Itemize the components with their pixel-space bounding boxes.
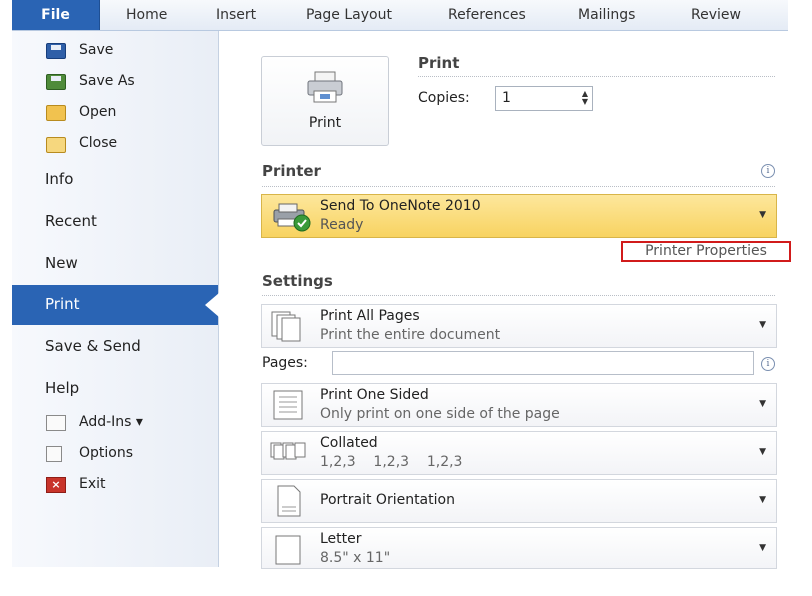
nav-close-label: Close	[79, 135, 118, 151]
open-folder-icon	[46, 105, 66, 121]
nav-save-as[interactable]: Save As	[12, 73, 218, 93]
paper-size-title: Letter	[320, 531, 362, 547]
chevron-down-icon: ▼	[759, 320, 766, 330]
printer-ready-icon	[273, 203, 311, 232]
nav-help-label: Help	[45, 379, 80, 397]
printer-heading: Printer	[262, 162, 321, 180]
print-button[interactable]: Print	[261, 56, 389, 146]
pages-input[interactable]	[332, 351, 754, 375]
copies-stepper[interactable]: 1 ▲ ▼	[495, 86, 593, 111]
nav-exit-label: Exit	[79, 476, 106, 492]
save-as-icon	[46, 74, 66, 90]
tab-insert[interactable]: Insert	[216, 0, 256, 30]
nav-add-ins[interactable]: Add-Ins ▾	[12, 414, 218, 434]
nav-save[interactable]: Save	[12, 42, 218, 62]
nav-save-send[interactable]: Save & Send	[12, 327, 218, 367]
nav-options-label: Options	[79, 445, 134, 461]
sides-title: Print One Sided	[320, 387, 429, 403]
printer-status: Ready	[320, 217, 364, 233]
collation-dropdown[interactable]: Collated 1,2,3 1,2,3 1,2,3 ▼	[261, 431, 777, 475]
nav-close[interactable]: Close	[12, 135, 218, 155]
printer-properties-link[interactable]: Printer Properties	[621, 241, 791, 262]
add-ins-icon	[46, 415, 66, 431]
nav-recent-label: Recent	[45, 212, 97, 230]
paper-size-dropdown[interactable]: Letter 8.5" x 11" ▼	[261, 527, 777, 569]
tab-page-layout[interactable]: Page Layout	[306, 0, 392, 30]
divider	[418, 76, 775, 77]
options-icon	[46, 446, 62, 462]
orientation-dropdown[interactable]: Portrait Orientation ▼	[261, 479, 777, 523]
copies-value: 1	[502, 90, 511, 106]
tab-review[interactable]: Review	[691, 0, 741, 30]
nav-save-label: Save	[79, 42, 114, 58]
portrait-page-icon	[277, 485, 301, 517]
orientation-title: Portrait Orientation	[320, 492, 455, 508]
chevron-down-icon: ▼	[759, 210, 766, 220]
divider	[262, 295, 775, 296]
nav-exit[interactable]: × Exit	[12, 476, 218, 496]
nav-save-as-label: Save As	[79, 73, 135, 89]
backstage-nav: Save Save As Open Close Info Recent New …	[12, 31, 219, 567]
chevron-down-icon: ▼	[759, 543, 766, 553]
pages-stack-icon	[271, 311, 301, 342]
print-range-title: Print All Pages	[320, 308, 420, 324]
spin-arrows-icon[interactable]: ▲ ▼	[582, 90, 588, 106]
copies-label: Copies:	[418, 90, 470, 106]
print-heading: Print	[418, 54, 460, 72]
chevron-down-icon: ▼	[759, 447, 766, 457]
settings-heading: Settings	[262, 272, 333, 290]
printer-icon	[307, 71, 343, 103]
paper-size-icon	[275, 535, 301, 565]
print-range-desc: Print the entire document	[320, 327, 501, 343]
tab-references[interactable]: References	[448, 0, 526, 30]
nav-info[interactable]: Info	[12, 160, 218, 200]
selected-indicator	[205, 293, 219, 317]
exit-icon: ×	[46, 477, 66, 493]
tab-home[interactable]: Home	[126, 0, 167, 30]
print-panel: Print Print Copies: 1 ▲ ▼ Printer i Send …	[219, 31, 791, 569]
printer-info-icon[interactable]: i	[761, 164, 775, 178]
nav-open-label: Open	[79, 104, 117, 120]
nav-info-label: Info	[45, 170, 74, 188]
print-range-dropdown[interactable]: Print All Pages Print the entire documen…	[261, 304, 777, 348]
collated-icon	[270, 442, 306, 460]
sides-desc: Only print on one side of the page	[320, 406, 560, 422]
one-sided-page-icon	[273, 390, 303, 420]
collation-desc: 1,2,3 1,2,3 1,2,3	[320, 454, 463, 470]
chevron-down-icon: ▼	[759, 495, 766, 505]
paper-size-desc: 8.5" x 11"	[320, 550, 391, 566]
tab-file[interactable]: File	[12, 0, 100, 30]
nav-save-send-label: Save & Send	[45, 337, 141, 355]
nav-help[interactable]: Help	[12, 369, 218, 409]
ribbon-tab-bar: File Home Insert Page Layout References …	[0, 0, 812, 31]
printer-dropdown[interactable]: Send To OneNote 2010 Ready ▼	[261, 194, 777, 238]
print-button-label: Print	[308, 115, 342, 131]
nav-recent[interactable]: Recent	[12, 202, 218, 242]
nav-print-label: Print	[45, 295, 80, 313]
nav-print[interactable]: Print	[12, 285, 219, 325]
nav-new-label: New	[45, 254, 78, 272]
printer-name: Send To OneNote 2010	[320, 198, 481, 214]
pages-label: Pages:	[262, 355, 308, 371]
sides-dropdown[interactable]: Print One Sided Only print on one side o…	[261, 383, 777, 427]
collation-title: Collated	[320, 435, 378, 451]
tab-mailings[interactable]: Mailings	[578, 0, 635, 30]
pages-info-icon[interactable]: i	[761, 357, 775, 371]
nav-open[interactable]: Open	[12, 104, 218, 124]
close-folder-icon	[46, 137, 66, 153]
divider	[262, 186, 775, 187]
nav-add-ins-label: Add-Ins ▾	[79, 414, 143, 430]
nav-new[interactable]: New	[12, 244, 218, 284]
chevron-down-icon: ▼	[759, 399, 766, 409]
nav-options[interactable]: Options	[12, 445, 218, 465]
save-icon	[46, 43, 66, 59]
